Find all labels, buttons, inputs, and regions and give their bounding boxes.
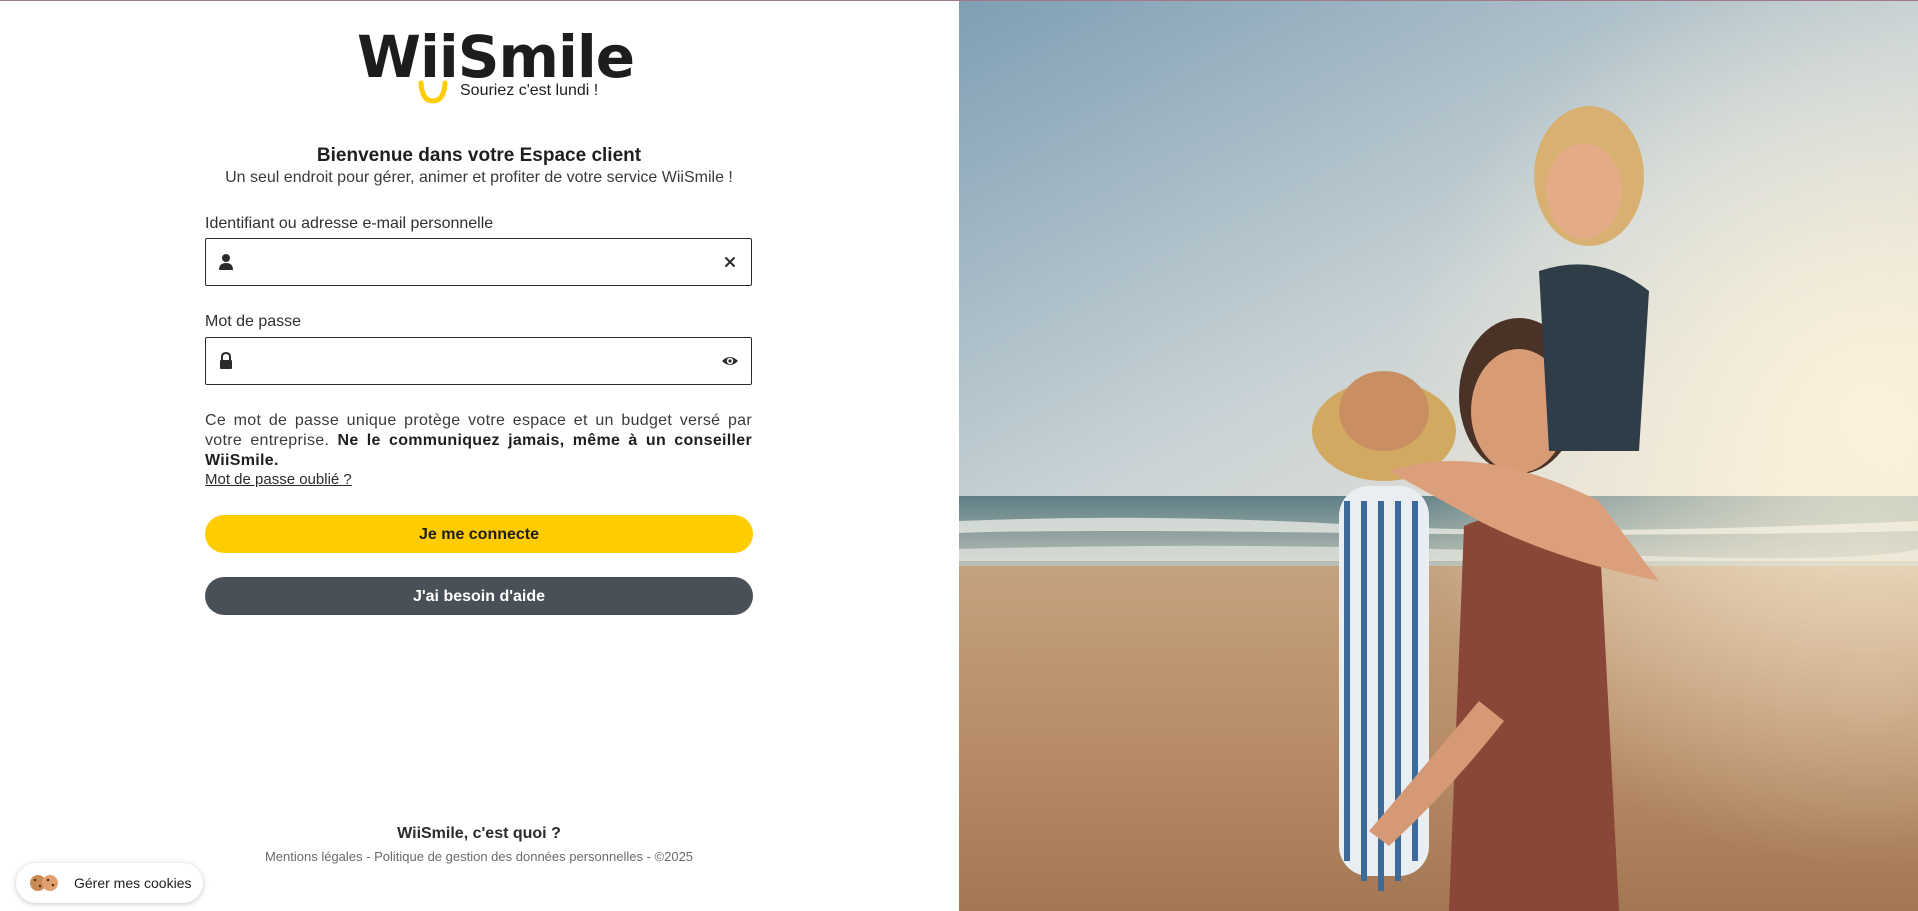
welcome-title: Bienvenue dans votre Espace client bbox=[316, 145, 642, 166]
manage-cookies-button[interactable]: Gérer mes cookies bbox=[16, 863, 204, 903]
smile-icon bbox=[418, 80, 448, 104]
eye-icon[interactable] bbox=[721, 352, 739, 370]
forgot-password-link[interactable]: Mot de passe oublié ? bbox=[205, 471, 352, 488]
cookies-label: Gérer mes cookies bbox=[74, 875, 192, 891]
password-input[interactable] bbox=[244, 344, 708, 380]
privacy-link[interactable]: Politique de gestion des données personn… bbox=[374, 849, 643, 864]
password-field-box bbox=[205, 337, 752, 385]
logo-wordmark: WiiSmile bbox=[357, 23, 635, 91]
legal-link[interactable]: Mentions légales bbox=[265, 849, 363, 864]
footer-separator: - bbox=[642, 849, 655, 864]
password-label: Mot de passe bbox=[205, 313, 302, 330]
identifier-label: Identifiant ou adresse e-mail personnell… bbox=[205, 215, 494, 232]
cookie-icon bbox=[30, 875, 58, 891]
footer-separator: - bbox=[362, 849, 375, 864]
copyright: ©2025 bbox=[654, 849, 694, 864]
security-notice: Ce mot de passe unique protège votre esp… bbox=[205, 411, 752, 471]
identifier-input[interactable] bbox=[244, 245, 708, 281]
welcome-subtitle: Un seul endroit pour gérer, animer et pr… bbox=[225, 169, 733, 186]
lock-icon bbox=[220, 352, 232, 369]
connect-button[interactable]: Je me connecte bbox=[205, 515, 753, 553]
beach-family-image bbox=[959, 1, 1918, 911]
hero-photo bbox=[959, 1, 1918, 911]
logo-tagline: Souriez c'est lundi ! bbox=[460, 82, 599, 99]
footer-links: Mentions légales - Politique de gestion … bbox=[205, 849, 753, 864]
login-panel: WiiSmile Souriez c'est lundi ! Bienvenue… bbox=[0, 1, 959, 911]
about-link[interactable]: WiiSmile, c'est quoi ? bbox=[205, 825, 753, 843]
identifier-field-box bbox=[205, 238, 752, 286]
close-icon[interactable] bbox=[721, 253, 739, 271]
help-button[interactable]: J'ai besoin d'aide bbox=[205, 577, 753, 615]
wiismile-logo: WiiSmile Souriez c'est lundi ! bbox=[357, 27, 635, 107]
user-icon bbox=[219, 254, 233, 270]
